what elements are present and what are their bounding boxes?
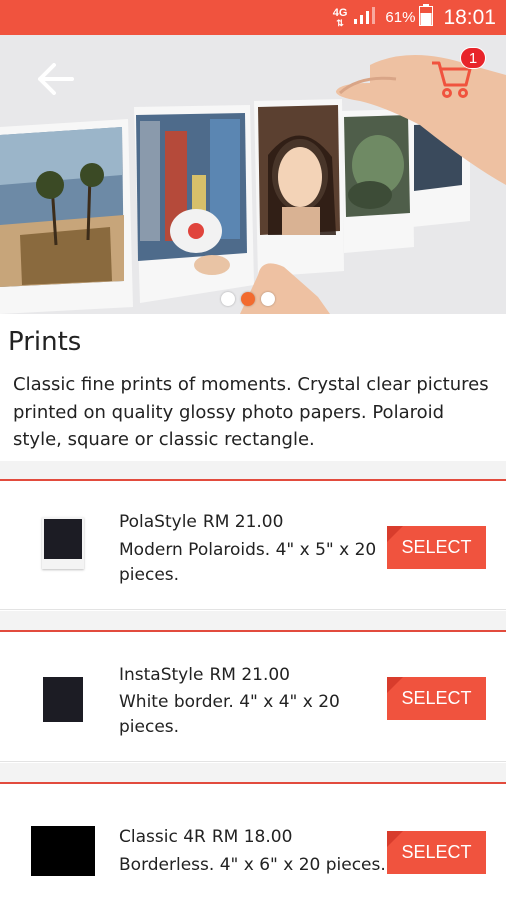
product-title: PolaStyle RM 21.00 (119, 512, 283, 532)
section-divider (0, 763, 506, 783)
square-thumbnail (43, 677, 83, 722)
product-title: Classic 4R RM 18.00 (119, 827, 292, 847)
product-title: InstaStyle RM 21.00 (119, 665, 290, 685)
product-price: RM 21.00 (209, 665, 290, 685)
photo-beach (0, 119, 133, 314)
carousel-indicator (221, 292, 275, 306)
signal-icon (353, 5, 377, 30)
product-card-instastyle[interactable]: InstaStyle RM 21.00 White border. 4" x 4"… (0, 630, 506, 762)
polaroid-thumbnail (42, 517, 84, 569)
page-description: Classic fine prints of moments. Crystal … (13, 374, 489, 450)
product-price: RM 18.00 (211, 827, 293, 847)
hero-carousel[interactable]: 1 (0, 35, 506, 314)
product-price: RM 21.00 (202, 512, 284, 532)
product-description: White border. 4" x 4" x 20 pieces. (119, 692, 340, 737)
back-button[interactable] (36, 63, 86, 103)
photo-plants (342, 109, 414, 253)
carousel-dot-2[interactable] (241, 292, 255, 306)
page-title: Prints (8, 327, 82, 357)
network-arrows-icon: ⇅ (336, 17, 344, 28)
cart-button[interactable]: 1 (430, 47, 492, 99)
battery-percent: 61% (385, 9, 416, 26)
clock: 18:01 (443, 5, 496, 29)
arrow-left-icon (38, 63, 74, 95)
product-name: Classic 4R (119, 827, 206, 847)
section-divider (0, 461, 506, 481)
status-bar: 4G ⇅ 61% 18:01 (0, 0, 506, 35)
carousel-dot-3[interactable] (261, 292, 275, 306)
cart-count-badge: 1 (460, 47, 486, 69)
product-description: Modern Polaroids. 4" x 5" x 20 pieces. (119, 540, 377, 585)
battery-icon (419, 4, 434, 31)
select-button-polastyle[interactable]: SELECT (387, 526, 486, 569)
product-description: Borderless. 4" x 6" x 20 pieces. (119, 855, 386, 875)
carousel-dot-1[interactable] (221, 292, 235, 306)
section-divider (0, 611, 506, 631)
photo-portrait (254, 99, 344, 277)
select-button-instastyle[interactable]: SELECT (387, 677, 486, 720)
product-card-polastyle[interactable]: PolaStyle RM 21.00 Modern Polaroids. 4" x… (0, 479, 506, 610)
product-name: PolaStyle (119, 512, 197, 532)
select-button-classic-4r[interactable]: SELECT (387, 831, 486, 874)
photo-city (134, 105, 254, 303)
network-indicator: 4G ⇅ (333, 7, 348, 28)
product-card-classic-4r[interactable]: Classic 4R RM 18.00 Borderless. 4" x 6" x… (0, 782, 506, 900)
rectangle-thumbnail (31, 826, 95, 876)
product-name: InstaStyle (119, 665, 204, 685)
